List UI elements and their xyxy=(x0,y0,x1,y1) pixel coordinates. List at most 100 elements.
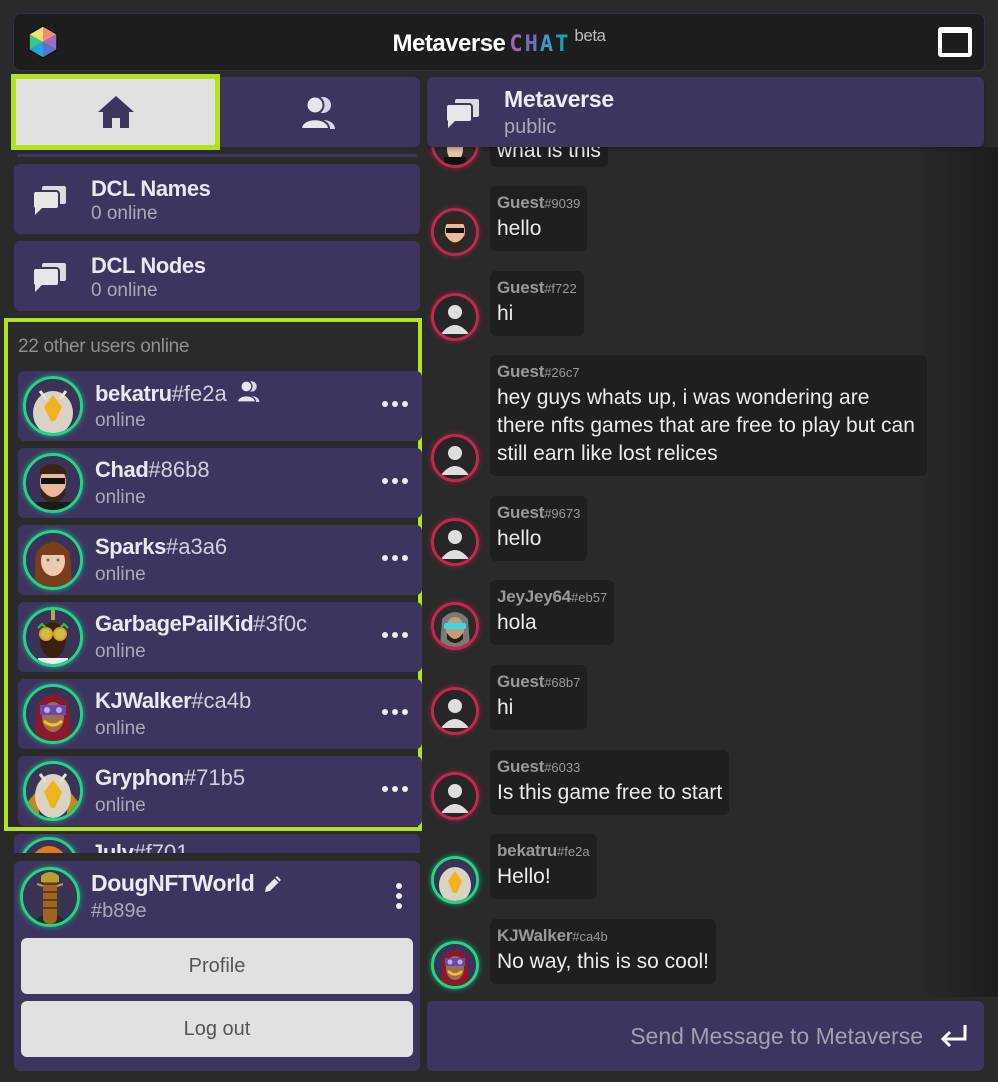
message-bubble: JeyJey64#eb57 hola xyxy=(490,580,615,645)
more-options-icon[interactable] xyxy=(380,553,410,563)
message-bubble: KJWalker#ca4b No way, this is so cool! xyxy=(490,919,717,984)
room-item[interactable]: DCL Nodes 0 online xyxy=(14,241,420,311)
avatar xyxy=(23,684,83,744)
user-name: Chad#86b8 xyxy=(95,457,210,482)
avatar xyxy=(431,602,479,650)
user-name: bekatru#fe2a xyxy=(95,380,263,407)
user-status: online xyxy=(95,410,146,431)
more-options-icon[interactable] xyxy=(380,784,410,794)
app-header: Metaverse CHAT beta xyxy=(14,14,984,70)
room-item[interactable]: DCL Names 0 online xyxy=(14,164,420,234)
user-list-item[interactable]: July#f701 xyxy=(14,834,420,853)
online-users-list: 22 other users online bekatru#fe2a onlin… xyxy=(4,318,422,831)
message-text: hello xyxy=(497,217,542,240)
app-title: Metaverse CHAT beta xyxy=(14,26,984,58)
message-text: No way, this is so cool! xyxy=(497,950,710,973)
chat-bubbles-icon xyxy=(32,261,68,292)
user-name: Sparks#a3a6 xyxy=(95,534,228,559)
app-frame: Metaverse CHAT beta DCL Names 0 online D… xyxy=(0,0,998,1082)
title-main: Metaverse xyxy=(392,30,506,57)
message-bubble: Guest#9673 hello xyxy=(490,496,588,561)
user-list-item[interactable]: KJWalker#ca4b online xyxy=(18,679,422,749)
chat-bubbles-icon xyxy=(32,184,68,215)
message-sender: bekatru#fe2a xyxy=(497,841,590,860)
chat-room-type: public xyxy=(504,116,557,138)
message-bubble: Guest#9039 hello xyxy=(490,186,588,251)
avatar xyxy=(23,530,83,590)
message-sender: Guest#26c7 xyxy=(497,362,580,381)
message-text: hi xyxy=(497,302,514,325)
avatar xyxy=(431,293,479,341)
beta-badge: beta xyxy=(574,26,606,45)
more-options-icon[interactable] xyxy=(380,399,410,409)
chat-room-name: Metaverse xyxy=(504,86,614,112)
message-input[interactable] xyxy=(427,1001,927,1071)
my-display-name: DougNFTWorld xyxy=(91,870,284,897)
user-list-item[interactable]: bekatru#fe2a online xyxy=(18,371,422,441)
room-online-count: 0 online xyxy=(91,203,158,224)
chat-bubbles-icon xyxy=(445,97,481,128)
message-text: hola xyxy=(497,611,537,634)
message-list[interactable]: what is this Guest#9039 hello Guest#f722… xyxy=(427,147,998,997)
friend-icon xyxy=(236,380,260,403)
message-bubble: Guest#26c7 hey guys whats up, i was wond… xyxy=(490,355,927,476)
room-online-count: 0 online xyxy=(91,280,158,301)
user-name: GarbagePailKid#3f0c xyxy=(95,611,308,636)
user-list-item[interactable]: Chad#86b8 online xyxy=(18,448,422,518)
sidebar-tabs xyxy=(11,74,420,150)
home-icon xyxy=(97,96,134,128)
chat-room-header: Metaverse public xyxy=(427,77,984,147)
users-icon xyxy=(299,95,335,129)
enter-return-icon[interactable] xyxy=(938,1021,970,1051)
avatar xyxy=(431,147,479,168)
message-text: hello xyxy=(497,527,542,550)
more-options-icon[interactable] xyxy=(380,476,410,486)
avatar xyxy=(23,761,83,821)
message-sender: KJWalker#ca4b xyxy=(497,926,608,945)
user-status: online xyxy=(95,564,146,585)
user-name: KJWalker#ca4b xyxy=(95,688,252,713)
avatar xyxy=(431,687,479,735)
message-sender: Guest#6033 xyxy=(497,757,581,776)
user-list-item[interactable]: GarbagePailKid#3f0c online xyxy=(18,602,422,672)
user-list-item[interactable]: Sparks#a3a6 online xyxy=(18,525,422,595)
more-options-icon[interactable] xyxy=(380,630,410,640)
user-list-item[interactable]: Gryphon#71b5 online xyxy=(18,756,422,826)
profile-button[interactable]: Profile xyxy=(21,938,413,994)
avatar xyxy=(431,772,479,820)
message-text: hey guys whats up, i was wondering are t… xyxy=(497,386,915,465)
tab-friends[interactable] xyxy=(217,77,420,147)
message-bubble: bekatru#fe2a Hello! xyxy=(490,834,597,899)
avatar xyxy=(23,607,83,667)
tab-home[interactable] xyxy=(11,74,220,150)
avatar xyxy=(23,376,83,436)
room-name: DCL Names xyxy=(91,176,211,201)
user-status: online xyxy=(95,718,146,739)
message-sender: Guest#9673 xyxy=(497,503,581,522)
more-options-icon[interactable] xyxy=(380,707,410,717)
message-bubble: what is this xyxy=(490,147,608,167)
title-chat: CHAT xyxy=(509,32,571,57)
edit-pencil-icon[interactable] xyxy=(262,873,284,895)
message-text: Hello! xyxy=(497,865,551,888)
avatar xyxy=(431,856,479,904)
message-bubble: Guest#6033 Is this game free to start xyxy=(490,750,730,815)
window-maximize-icon[interactable] xyxy=(938,27,972,57)
message-bubble: Guest#68b7 hi xyxy=(490,665,588,730)
avatar xyxy=(19,837,79,853)
user-status: online xyxy=(95,487,146,508)
user-status: online xyxy=(95,795,146,816)
avatar xyxy=(23,453,83,513)
logout-button[interactable]: Log out xyxy=(21,1001,413,1057)
list-scroll-edge xyxy=(17,154,417,157)
avatar xyxy=(431,518,479,566)
message-sender: JeyJey64#eb57 xyxy=(497,587,608,606)
kebab-menu-icon[interactable] xyxy=(394,881,404,911)
message-composer xyxy=(427,1001,984,1071)
my-profile-card: DougNFTWorld #b89e Profile Log out xyxy=(14,861,420,1071)
user-name: Gryphon#71b5 xyxy=(95,765,246,790)
user-status: online xyxy=(95,641,146,662)
avatar xyxy=(431,941,479,989)
my-avatar[interactable] xyxy=(20,867,80,927)
avatar xyxy=(431,434,479,482)
